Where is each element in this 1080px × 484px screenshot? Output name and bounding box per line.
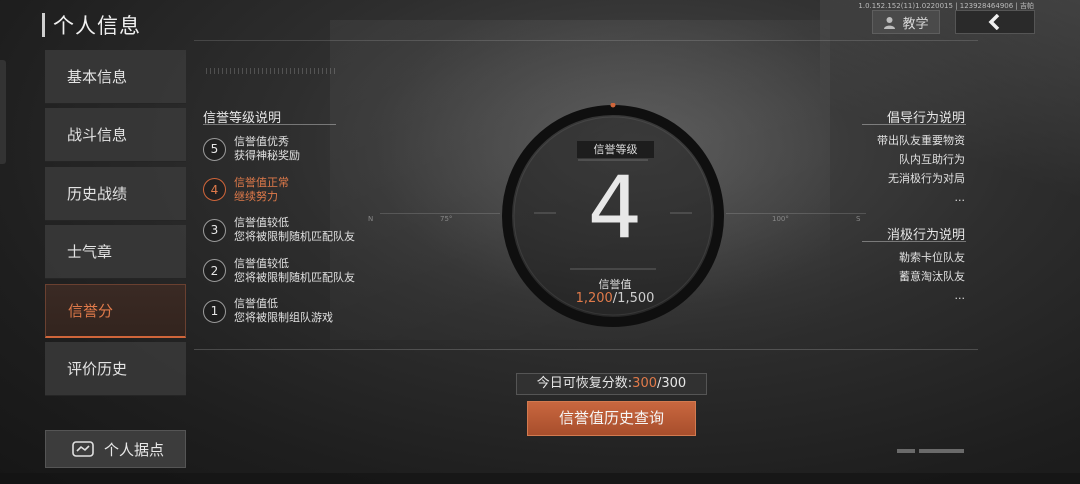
personal-base-label: 个人据点 (104, 440, 165, 459)
negative-behavior-item: 蓄意淘汰队友 (899, 270, 965, 283)
credit-history-button[interactable]: 信誉值历史查询 (527, 401, 696, 436)
sidebar-item-label: 历史战绩 (67, 184, 128, 203)
guide-behavior-item: 无消极行为对局 (888, 172, 965, 185)
chevron-left-icon (988, 14, 1000, 30)
daily-restore-badge: 今日可恢复分数:300/300 (516, 373, 707, 395)
dial-guide-line-left (380, 213, 500, 214)
level-item-3: 3 信誉值较低 您将被限制随机匹配队友 (203, 215, 363, 245)
level-number: 5 (203, 137, 226, 161)
level-desc: 获得神秘奖励 (234, 149, 300, 162)
credit-value-label: 信誉值 (598, 278, 632, 291)
back-button[interactable] (955, 10, 1035, 34)
credit-level-list: 5 信誉值优秀 获得神秘奖励 4 信誉值正常 继续努力 3 信誉值较低 您将被限… (203, 134, 363, 337)
sidebar-item-label: 信誉分 (68, 301, 114, 320)
level-title: 信誉值正常 (234, 175, 289, 189)
base-icon (72, 441, 94, 457)
scale-mark-75: 75° (440, 215, 453, 223)
credit-level-label: 信誉等级 (577, 141, 654, 158)
level-item-2: 2 信誉值较低 您将被限制随机匹配队友 (203, 256, 363, 286)
sidebar-item-review-history[interactable]: 评价历史 (45, 341, 186, 396)
page-header: 个人信息 (42, 10, 141, 40)
level-text: 信誉值优秀 获得神秘奖励 (234, 135, 300, 163)
sidebar-item-credit-score[interactable]: 信誉分 (45, 283, 186, 338)
level-item-1: 1 信誉值低 您将被限制组队游戏 (203, 296, 363, 326)
sidebar-item-label: 评价历史 (67, 359, 128, 378)
guide-behavior-divider (862, 124, 966, 125)
level-item-4: 4 信誉值正常 继续努力 (203, 175, 363, 205)
credit-value: 1,200/1,500 (540, 291, 690, 306)
tutorial-label: 教学 (902, 16, 929, 32)
page-indicator (897, 449, 964, 453)
level-title: 信誉值较低 (234, 256, 289, 270)
sidebar-item-morale-badge[interactable]: 士气章 (45, 225, 186, 280)
level-desc: 继续努力 (234, 189, 278, 203)
credit-value-max: /1,500 (612, 291, 655, 306)
scale-mark-n: N (368, 215, 374, 223)
level-title: 信誉值低 (234, 297, 278, 310)
credit-level-divider (203, 124, 336, 125)
level-title: 信誉值优秀 (234, 135, 289, 148)
level-text: 信誉值较低 您将被限制随机匹配队友 (234, 257, 355, 285)
person-icon (884, 16, 896, 29)
credit-level-number: 4 (587, 158, 643, 258)
negative-behavior-list: 勒索卡位队友 蓄意淘汰队友 ... (899, 248, 965, 305)
sidebar: 基本信息 战斗信息 历史战绩 士气章 信誉分 评价历史 (45, 50, 186, 400)
tutorial-button[interactable]: 教学 (872, 10, 940, 34)
level-desc: 您将被限制随机匹配队友 (234, 270, 355, 284)
panel-divider-top (194, 40, 978, 41)
guide-behavior-list: 带出队友重要物资 队内互助行为 无消极行为对局 ... (877, 131, 965, 207)
negative-behavior-divider (862, 241, 966, 242)
page-dot (897, 449, 915, 453)
level-number: 4 (203, 178, 226, 201)
sidebar-item-battle-info[interactable]: 战斗信息 (45, 108, 186, 163)
level-title: 信誉值较低 (234, 216, 289, 229)
negative-behavior-item: 勒索卡位队友 (899, 251, 965, 264)
sidebar-item-label: 士气章 (67, 243, 113, 262)
restore-max: /300 (657, 376, 687, 391)
level-number: 2 (203, 259, 226, 282)
scale-mark-100: 100° (772, 215, 789, 223)
restore-label: 今日可恢复分数: (536, 376, 633, 391)
guide-behavior-item: 带出队友重要物资 (877, 134, 965, 147)
title-accent-bar (42, 13, 45, 37)
level-item-5: 5 信誉值优秀 获得神秘奖励 (203, 134, 363, 164)
credit-value-current: 1,200 (575, 291, 613, 306)
restore-current: 300 (632, 376, 657, 391)
guide-behavior-item: 队内互助行为 (899, 153, 965, 166)
dial-guide-line-right (726, 213, 866, 214)
panel-divider-bottom (194, 349, 978, 350)
level-text: 信誉值较低 您将被限制随机匹配队友 (234, 216, 355, 244)
sidebar-item-label: 战斗信息 (67, 126, 128, 145)
level-text: 信誉值正常 继续努力 (234, 176, 289, 204)
level-number: 1 (203, 299, 226, 323)
sidebar-item-basic-info[interactable]: 基本信息 (45, 50, 186, 104)
decorative-ticks (206, 68, 336, 74)
level-text: 信誉值低 您将被限制组队游戏 (234, 297, 333, 325)
page-title: 个人信息 (53, 14, 141, 38)
personal-base-button[interactable]: 个人据点 (45, 430, 186, 468)
level-desc: 您将被限制组队游戏 (234, 311, 333, 324)
negative-behavior-item: ... (954, 289, 966, 302)
left-edge-handle (0, 60, 6, 164)
level-number: 3 (203, 218, 226, 242)
page-dot-active (919, 449, 964, 453)
guide-behavior-item: ... (954, 191, 966, 204)
sidebar-item-label: 基本信息 (67, 68, 128, 86)
scale-mark-s: S (856, 215, 861, 223)
level-desc: 您将被限制随机匹配队友 (234, 230, 355, 243)
sidebar-item-history-record[interactable]: 历史战绩 (45, 166, 186, 221)
bottom-bar (0, 473, 1080, 484)
